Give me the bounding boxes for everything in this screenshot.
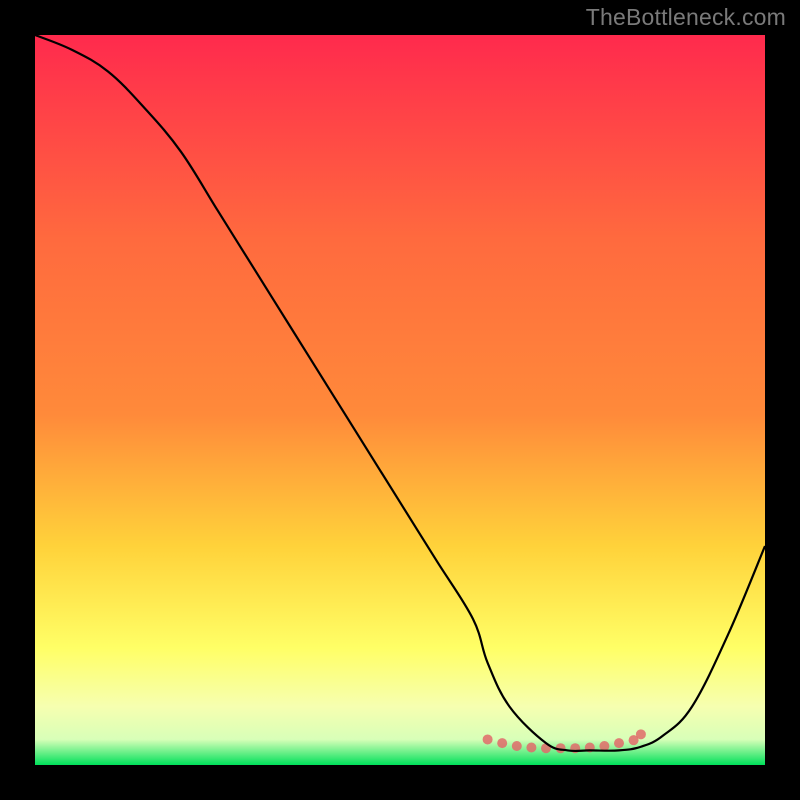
highlight-dot <box>636 729 646 739</box>
gradient-background <box>35 35 765 765</box>
highlight-dot <box>526 742 536 752</box>
highlight-dot <box>512 741 522 751</box>
chart-frame: TheBottleneck.com <box>0 0 800 800</box>
highlight-dot <box>497 738 507 748</box>
highlight-dot <box>614 738 624 748</box>
gradient-rect <box>35 35 765 765</box>
highlight-dot <box>483 734 493 744</box>
plot-area <box>35 35 765 765</box>
watermark-text: TheBottleneck.com <box>586 4 786 31</box>
